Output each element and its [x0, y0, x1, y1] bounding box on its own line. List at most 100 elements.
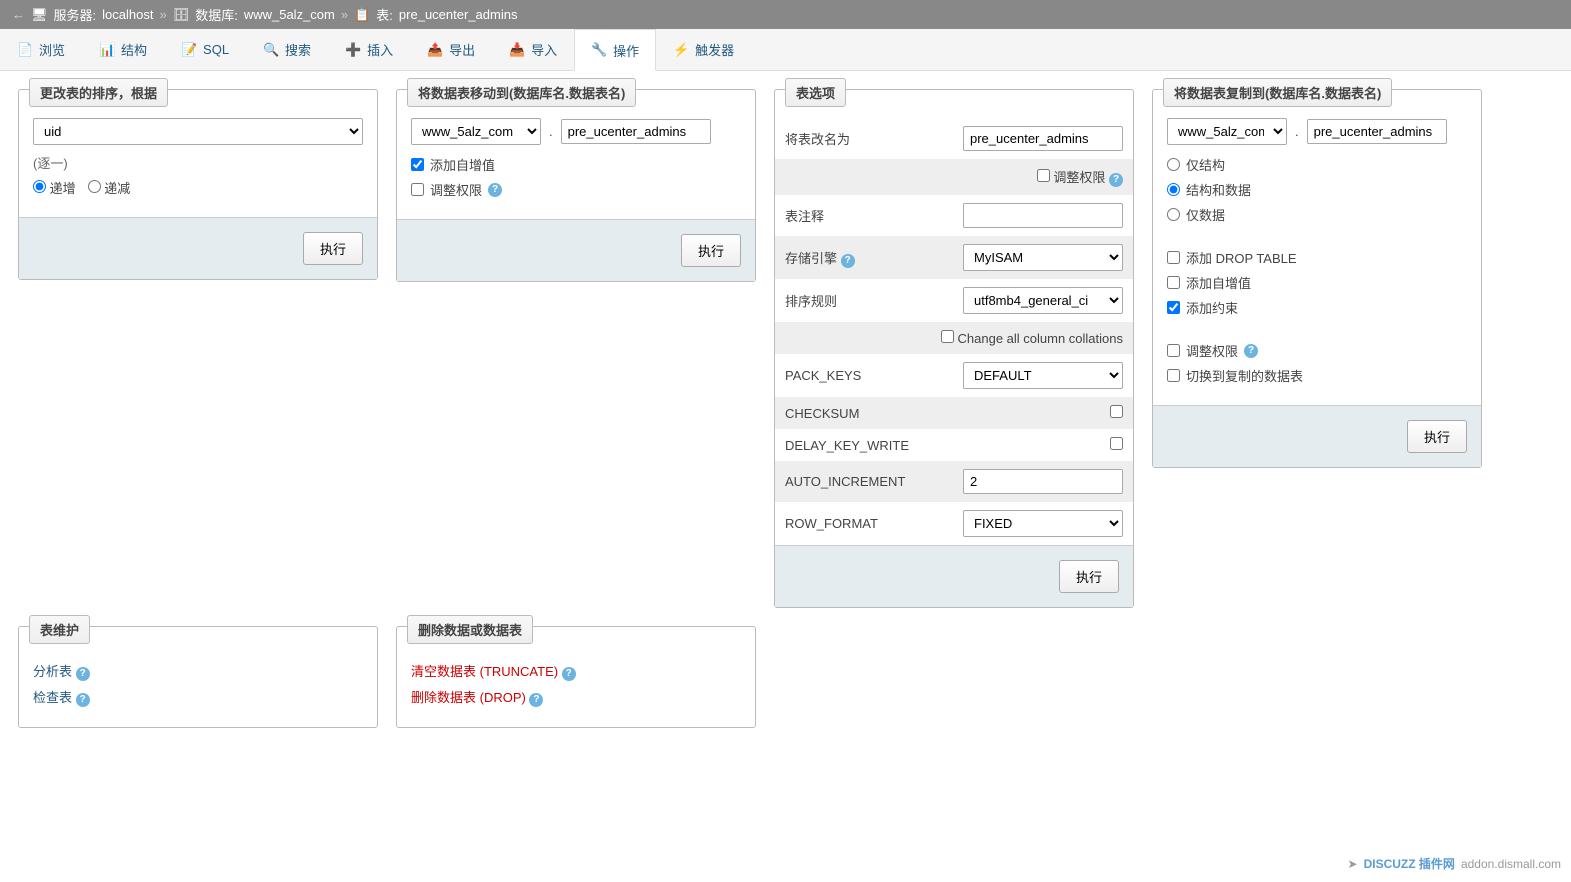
copy-data-radio[interactable] [1167, 208, 1180, 221]
engine-select[interactable]: MyISAM [963, 244, 1123, 271]
rename-input[interactable] [963, 126, 1123, 151]
checksum-label: CHECKSUM [785, 406, 925, 421]
tab-operations[interactable]: 🔧操作 [574, 29, 656, 71]
table-icon: 📋 [354, 7, 370, 23]
sort-panel: 更改表的排序，根据 uid (逐一) 递增 递减 执行 [18, 89, 378, 280]
server-name[interactable]: localhost [102, 7, 153, 22]
back-arrow[interactable]: ← [12, 7, 25, 22]
tab-label: 导出 [449, 40, 475, 59]
sort-title: 更改表的排序，根据 [29, 78, 168, 107]
sql-icon: 📝 [181, 42, 197, 58]
options-go-button[interactable]: 执行 [1059, 560, 1119, 593]
move-panel: 将数据表移动到(数据库名.数据表名) www_5alz_com . 添加自增值 … [396, 89, 756, 282]
drop-link[interactable]: 删除数据表 (DROP) [411, 690, 526, 705]
rename-label: 将表改名为 [785, 129, 925, 148]
truncate-link[interactable]: 清空数据表 (TRUNCATE) [411, 664, 558, 679]
separator: » [341, 7, 348, 22]
copy-structure-label: 仅结构 [1186, 155, 1225, 174]
brand-text: DISCUZZ 插件网 [1364, 855, 1455, 872]
tab-label: 操作 [613, 41, 639, 60]
database-label: 数据库: [195, 5, 238, 24]
sort-asc-option[interactable]: 递增 [33, 178, 76, 197]
insert-icon: ➕ [345, 42, 361, 58]
sort-go-button[interactable]: 执行 [303, 232, 363, 265]
dot-separator: . [1295, 124, 1299, 139]
help-icon[interactable]: ? [529, 693, 543, 707]
help-icon[interactable]: ? [841, 254, 855, 268]
help-icon[interactable]: ? [1109, 173, 1123, 187]
tab-browse[interactable]: 📄浏览 [0, 29, 82, 70]
sort-desc-label: 递减 [104, 181, 130, 196]
tab-label: SQL [203, 42, 229, 57]
tab-sql[interactable]: 📝 SQL [164, 29, 246, 70]
analyze-link[interactable]: 分析表 [33, 664, 72, 679]
brand-url: addon.dismall.com [1461, 857, 1561, 871]
tab-structure[interactable]: 📊 结构 [82, 29, 164, 70]
delaykey-label: DELAY_KEY_WRITE [785, 438, 925, 453]
move-autoinc-label: 添加自增值 [430, 155, 495, 174]
maint-title: 表维护 [29, 615, 90, 644]
table-name[interactable]: pre_ucenter_admins [399, 7, 518, 22]
sort-note: (逐一) [33, 153, 363, 172]
move-table-input[interactable] [561, 119, 711, 144]
copy-switch-checkbox[interactable] [1167, 369, 1180, 382]
move-go-button[interactable]: 执行 [681, 234, 741, 267]
checksum-checkbox[interactable] [1110, 405, 1123, 418]
copy-data-label: 仅数据 [1186, 205, 1225, 224]
sort-asc-radio[interactable] [33, 180, 46, 193]
sort-column-select[interactable]: uid [33, 118, 363, 145]
copy-privs-checkbox[interactable] [1167, 344, 1180, 357]
copy-db-select[interactable]: www_5alz_com [1167, 118, 1287, 145]
tab-label: 导入 [531, 40, 557, 59]
delaykey-checkbox[interactable] [1110, 437, 1123, 450]
copy-title: 将数据表复制到(数据库名.数据表名) [1163, 78, 1392, 107]
comment-input[interactable] [963, 203, 1123, 228]
copy-droptable-label: 添加 DROP TABLE [1186, 248, 1297, 267]
copy-switch-label: 切换到复制的数据表 [1186, 366, 1303, 385]
copy-droptable-checkbox[interactable] [1167, 251, 1180, 264]
help-icon[interactable]: ? [76, 667, 90, 681]
sort-desc-option[interactable]: 递减 [88, 178, 131, 197]
copy-structdata-label: 结构和数据 [1186, 180, 1251, 199]
tab-triggers[interactable]: ⚡触发器 [656, 29, 751, 70]
options-privs-checkbox[interactable] [1037, 169, 1050, 182]
dot-separator: . [549, 124, 553, 139]
check-link[interactable]: 检查表 [33, 690, 72, 705]
change-collations-label: Change all column collations [958, 331, 1123, 346]
copy-table-input[interactable] [1307, 119, 1447, 144]
help-icon[interactable]: ? [76, 693, 90, 707]
copy-autoinc-checkbox[interactable] [1167, 276, 1180, 289]
tab-insert[interactable]: ➕插入 [328, 29, 410, 70]
breadcrumb: ← 🖥 服务器: localhost » 🗄 数据库: www_5alz_com… [0, 0, 1571, 29]
tab-import[interactable]: 📥导入 [492, 29, 574, 70]
tab-label: 浏览 [39, 40, 65, 59]
help-icon[interactable]: ? [562, 667, 576, 681]
server-label: 服务器: [54, 5, 97, 24]
tab-label: 结构 [121, 40, 147, 59]
server-icon: 🖥 [31, 7, 48, 23]
delete-panel: 删除数据或数据表 清空数据表 (TRUNCATE) ? 删除数据表 (DROP)… [396, 626, 756, 728]
separator: » [159, 7, 166, 22]
move-db-select[interactable]: www_5alz_com [411, 118, 541, 145]
autoinc-input[interactable] [963, 469, 1123, 494]
copy-structure-radio[interactable] [1167, 158, 1180, 171]
collation-select[interactable]: utf8mb4_general_ci [963, 287, 1123, 314]
move-autoinc-checkbox[interactable] [411, 158, 424, 171]
help-icon[interactable]: ? [1244, 344, 1258, 358]
structure-icon: 📊 [99, 42, 115, 58]
copy-constraints-checkbox[interactable] [1167, 301, 1180, 314]
rowformat-label: ROW_FORMAT [785, 516, 925, 531]
rowformat-select[interactable]: FIXED [963, 510, 1123, 537]
packkeys-select[interactable]: DEFAULT [963, 362, 1123, 389]
sort-desc-radio[interactable] [88, 180, 101, 193]
copy-structdata-radio[interactable] [1167, 183, 1180, 196]
database-icon: 🗄 [173, 7, 190, 23]
move-privs-checkbox[interactable] [411, 183, 424, 196]
help-icon[interactable]: ? [488, 183, 502, 197]
tab-export[interactable]: 📤 导出 [410, 29, 492, 70]
export-icon: 📤 [427, 42, 443, 58]
change-collations-checkbox[interactable] [941, 330, 954, 343]
tab-search[interactable]: 🔍搜索 [246, 29, 328, 70]
copy-go-button[interactable]: 执行 [1407, 420, 1467, 453]
database-name[interactable]: www_5alz_com [244, 7, 335, 22]
